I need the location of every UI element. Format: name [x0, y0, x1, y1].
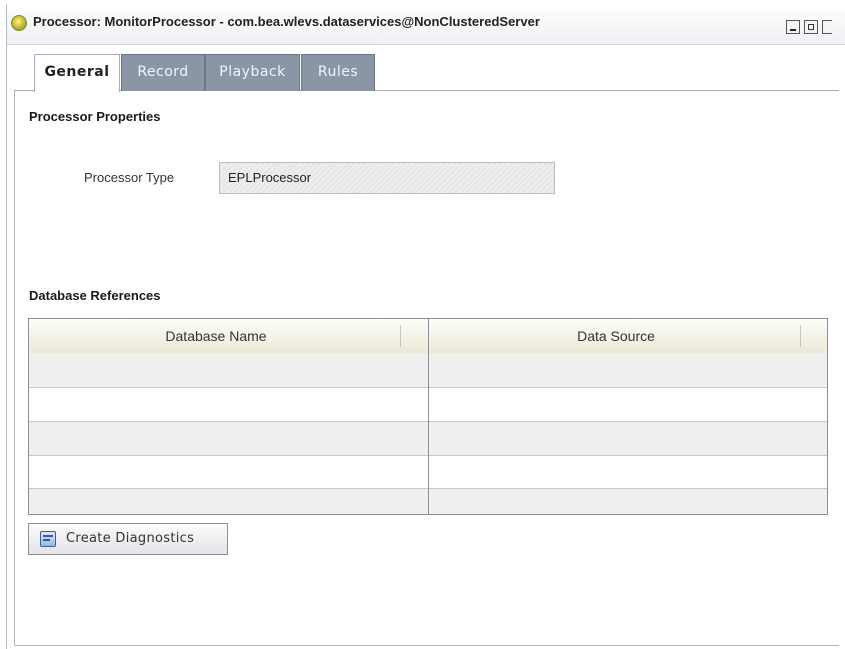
column-header-data-source[interactable]: Data Source [429, 319, 803, 353]
table-cell [35, 422, 425, 455]
diagnostics-icon [40, 531, 56, 547]
column-header-database-name[interactable]: Database Name [29, 319, 403, 353]
create-diagnostics-button[interactable]: Create Diagnostics [28, 523, 228, 555]
database-references-table: Database Name Data Source [28, 318, 828, 515]
table-cell [35, 489, 425, 514]
table-cell [435, 489, 825, 514]
table-cell [35, 388, 425, 421]
table-cell [435, 422, 825, 455]
table-cell [435, 353, 825, 387]
tab-playback[interactable]: Playback [205, 54, 300, 91]
maximize-icon[interactable] [804, 20, 818, 34]
window-title: Processor: MonitorProcessor - com.bea.wl… [33, 14, 540, 29]
table-cell [35, 353, 425, 387]
minimize-icon[interactable] [786, 20, 800, 34]
tab-record[interactable]: Record [121, 54, 205, 91]
column-divider [428, 319, 429, 514]
close-icon[interactable] [822, 20, 832, 34]
create-diagnostics-label: Create Diagnostics [66, 531, 195, 546]
table-cell [435, 388, 825, 421]
database-references-heading: Database References [29, 288, 161, 303]
column-resize-handle[interactable] [800, 325, 801, 347]
tab-rules[interactable]: Rules [301, 54, 375, 91]
column-resize-handle[interactable] [400, 325, 401, 347]
processor-properties-heading: Processor Properties [29, 109, 161, 124]
table-cell [435, 456, 825, 488]
processor-gear-icon [11, 15, 27, 31]
table-cell [35, 456, 425, 488]
processor-type-label: Processor Type [84, 170, 175, 185]
tab-general[interactable]: General [34, 54, 120, 92]
processor-type-field: EPLProcessor [219, 162, 555, 194]
window-titlebar[interactable]: Processor: MonitorProcessor - com.bea.wl… [7, 4, 845, 45]
